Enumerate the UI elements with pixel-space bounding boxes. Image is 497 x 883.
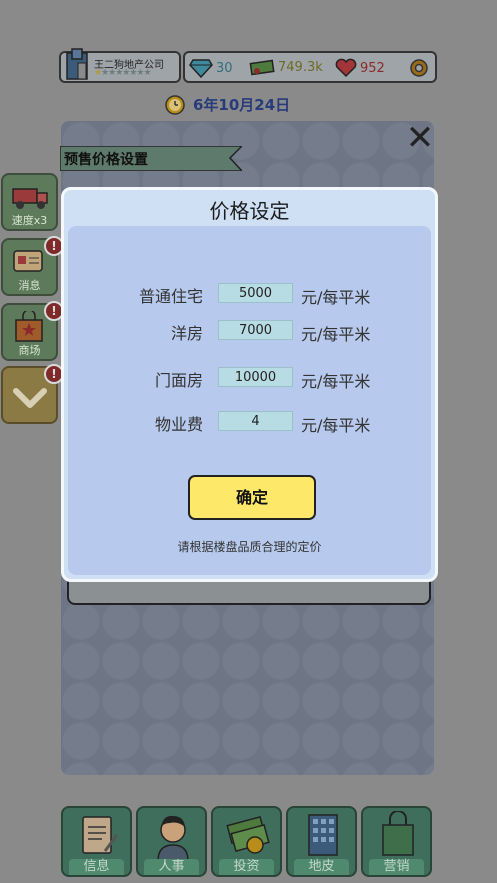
date-text: 6年10月24日 [193,95,291,114]
message-card-icon [13,250,43,272]
close-icon[interactable]: ✕ [403,121,437,155]
nav-marketing-label: 营销 [369,859,424,875]
cash-amount: 749.3k [278,59,323,75]
person-icon [157,815,189,861]
gem-counter: 30 [189,58,233,78]
heart-count: 952 [360,60,385,76]
price-unit: 元/每平米 [301,416,371,435]
price-input-villa[interactable]: 7000 [218,320,293,340]
speed-label: 速度x3 [11,214,48,227]
speed-button[interactable]: 速度x3 [1,173,58,231]
nav-land-label: 地皮 [294,859,349,875]
nav-staff[interactable]: 人事 [136,806,207,877]
alarm-clock-icon [165,95,185,115]
price-unit: 元/每平米 [301,372,371,391]
money-icon [226,815,270,854]
cash-icon [249,59,275,76]
game-date: 6年10月24日 [163,92,290,116]
nav-marketing[interactable]: 营销 [361,806,432,877]
shop-label: 商场 [18,344,41,357]
gem-count: 30 [216,60,233,76]
nav-invest-label: 投资 [219,859,274,875]
price-input-residential[interactable]: 5000 [218,283,293,303]
building-icon [308,814,338,856]
nav-land[interactable]: 地皮 [286,806,357,877]
heart-counter: 952 [335,58,385,78]
price-row-residential: 普通住宅 5000 元/每平米 [68,281,431,307]
collapse-button[interactable]: ! [1,364,64,424]
shop-button[interactable]: ! 商场 [1,301,64,361]
nav-staff-label: 人事 [144,859,199,875]
price-input-property-fee[interactable]: 4 [218,411,293,431]
price-label: 物业费 [154,415,203,434]
price-setting-dialog: 价格设定 普通住宅 5000 元/每平米 洋房 7000 元/每平米 门面房 1… [61,187,438,582]
price-row-villa: 洋房 7000 元/每平米 [68,318,431,344]
pricing-hint: 请根据楼盘品质合理的定价 [177,540,322,554]
settings-gear-icon[interactable] [409,58,429,78]
chevron-down-icon [13,388,47,408]
dialog-body: 普通住宅 5000 元/每平米 洋房 7000 元/每平米 门面房 10000 … [68,226,431,575]
heart-icon [335,58,357,78]
messages-label: 消息 [18,279,41,292]
shopping-bag-icon [15,311,43,342]
price-row-property-fee: 物业费 4 元/每平米 [68,409,431,435]
price-unit: 元/每平米 [301,325,371,344]
dialog-title: 价格设定 [209,199,290,223]
price-unit: 元/每平米 [301,288,371,307]
price-row-storefront: 门面房 10000 元/每平米 [68,365,431,391]
company-star-rating: ★★★★★★★★ [94,68,152,78]
shopping-bag-icon [382,811,414,856]
clipboard-icon [82,816,119,854]
confirm-button[interactable]: 确定 [188,475,316,520]
diamond-icon [189,59,213,78]
price-input-storefront[interactable]: 10000 [218,367,293,387]
price-label: 普通住宅 [138,287,203,306]
price-label: 门面房 [154,371,203,390]
nav-info[interactable]: 信息 [61,806,132,877]
messages-button[interactable]: ! 消息 [1,236,64,296]
truck-icon [12,188,48,209]
cash-counter: 749.3k [249,58,323,76]
building-logo-icon [66,48,88,80]
resource-bar: 30 749.3k 952 [183,51,437,83]
nav-info-label: 信息 [69,859,124,875]
nav-invest[interactable]: 投资 [211,806,282,877]
company-card[interactable]: 王二狗地产公司 ★★★★★★★★ [59,48,181,83]
panel-title: 预售价格设置 [64,152,148,168]
price-label: 洋房 [170,324,203,343]
